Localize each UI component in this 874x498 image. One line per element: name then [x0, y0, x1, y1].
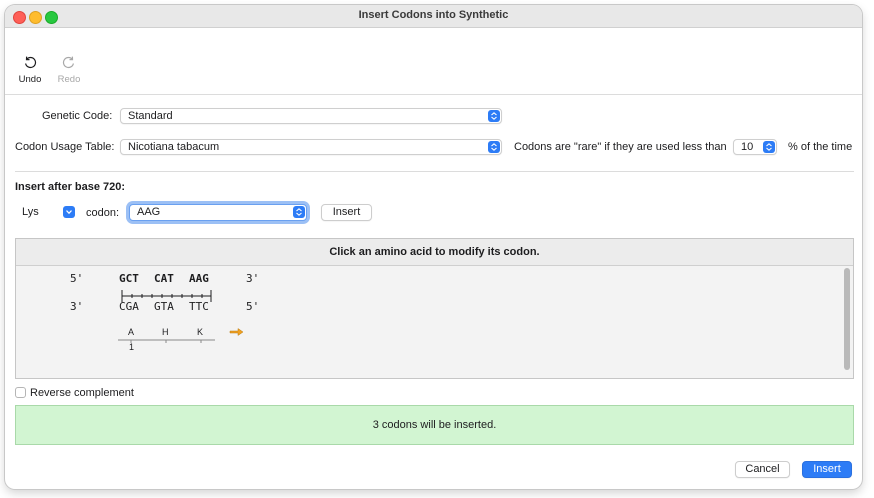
undo-button[interactable]: Undo — [13, 55, 47, 85]
bottom-strand-left-label: 3' — [70, 300, 83, 313]
amino-acid-select[interactable]: Lys — [15, 205, 76, 221]
bottom-strand-right-label: 5' — [246, 300, 259, 313]
genetic-code-value: Standard — [128, 110, 173, 122]
codon-label: codon: — [86, 207, 120, 219]
sequence-panel: Click an amino acid to modify its codon.… — [15, 238, 854, 379]
top-strand-left-label: 5' — [70, 272, 83, 285]
rare-threshold-select[interactable]: 10 — [733, 139, 777, 155]
genetic-code-label: Genetic Code: — [42, 110, 113, 122]
insert-heading: Insert after base 720: — [15, 181, 126, 193]
amino-acid-label[interactable]: K — [197, 327, 203, 337]
codon-usage-value: Nicotiana tabacum — [128, 141, 220, 153]
sequence-scrollbar[interactable] — [844, 268, 850, 370]
undo-label: Undo — [18, 74, 42, 85]
status-banner: 3 codons will be inserted. — [15, 405, 854, 445]
amino-acid-chevron-icon — [63, 206, 75, 218]
bottom-codon: GTA — [154, 300, 174, 313]
codon-chevron-icon — [293, 206, 305, 218]
insert-codon-button[interactable]: Insert — [321, 204, 372, 221]
rare-threshold-value: 10 — [741, 141, 754, 153]
rare-threshold-prefix: Codons are "rare" if they are used less … — [514, 141, 727, 153]
redo-label: Redo — [57, 74, 81, 85]
dialog-window: Insert Codons into Synthetic Undo Redo G… — [5, 5, 862, 489]
rare-threshold-chevron-icon — [763, 141, 775, 153]
redo-icon — [62, 56, 74, 69]
redo-button[interactable]: Redo — [52, 55, 86, 85]
codon-usage-chevron-icon — [488, 141, 500, 153]
reverse-complement-checkbox[interactable] — [15, 387, 26, 398]
top-codon[interactable]: GCT — [119, 272, 139, 285]
amino-acid-value: Lys — [22, 206, 39, 218]
codon-usage-label: Codon Usage Table: — [15, 141, 115, 153]
title-bar: Insert Codons into Synthetic — [5, 5, 862, 28]
toolbar-divider — [5, 94, 862, 95]
rare-threshold-suffix: % of the time — [788, 141, 853, 153]
codon-value: AAG — [137, 206, 161, 218]
undo-icon — [25, 56, 37, 69]
top-codon[interactable]: CAT — [154, 272, 174, 285]
genetic-code-select[interactable]: Standard — [120, 108, 502, 124]
section-divider — [15, 171, 854, 172]
reverse-complement-label: Reverse complement — [30, 387, 134, 399]
sequence-panel-header: Click an amino acid to modify its codon. — [16, 239, 853, 266]
bottom-codon: TTC — [189, 300, 209, 313]
amino-acid-position: 1 — [129, 342, 134, 352]
direction-arrow-icon — [229, 328, 244, 336]
codon-usage-select[interactable]: Nicotiana tabacum — [120, 139, 502, 155]
codon-select[interactable]: AAG — [129, 204, 307, 221]
amino-acid-label[interactable]: H — [162, 327, 169, 337]
window-title: Insert Codons into Synthetic — [358, 9, 509, 21]
top-strand-right-label: 3' — [246, 272, 259, 285]
genetic-code-chevron-icon — [488, 110, 500, 122]
insert-button[interactable]: Insert — [802, 461, 852, 478]
sequence-map: 5' 3' 3' 5' GCT CAT AAG CGA GTA TTC A H … — [70, 272, 259, 352]
top-codon[interactable]: AAG — [189, 272, 209, 285]
amino-acid-label[interactable]: A — [128, 327, 134, 337]
cancel-button[interactable]: Cancel — [735, 461, 790, 478]
